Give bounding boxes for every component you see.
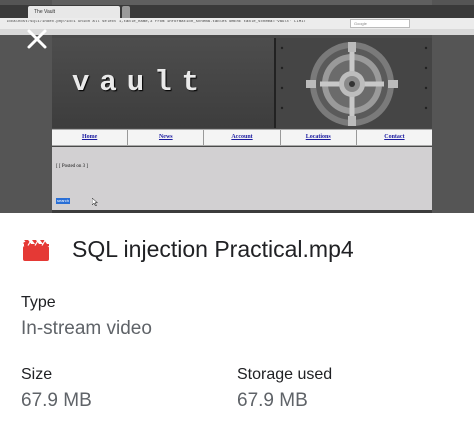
size-label: Size	[21, 366, 53, 383]
storage-used-label: Storage used	[237, 366, 333, 383]
nav-locations[interactable]: Locations	[281, 130, 357, 145]
close-icon[interactable]	[24, 26, 50, 52]
video-preview[interactable]: The Vault localhost/sqli/index.php?id=1 …	[0, 0, 474, 213]
browser-new-tab	[122, 6, 130, 18]
site-banner: vault	[52, 38, 432, 128]
site-title: vault	[72, 66, 210, 99]
storage-used-value: 67.9 MB	[237, 390, 308, 411]
video-file-icon	[23, 240, 49, 261]
browser-tab-strip: The Vault	[0, 5, 474, 18]
browser-search-box: Google	[350, 19, 410, 28]
url-text: localhost/sqli/index.php?id=1 union all …	[6, 20, 306, 24]
banner-right-panel	[276, 38, 432, 128]
banner-left-panel: vault	[52, 38, 274, 128]
type-value: In-stream video	[21, 318, 152, 339]
type-label: Type	[21, 294, 56, 311]
posted-text: [ [ Posted on 3 ]	[56, 164, 89, 169]
nav-contact[interactable]: Contact	[357, 130, 432, 145]
size-value: 67.9 MB	[21, 390, 92, 411]
mouse-cursor-icon	[92, 198, 98, 206]
vault-wheel-icon	[276, 38, 432, 128]
nav-news[interactable]: News	[128, 130, 205, 145]
nav-home[interactable]: Home	[52, 130, 129, 145]
search-chip[interactable]: search	[56, 198, 70, 204]
file-name: SQL injection Practical.mp4	[72, 236, 354, 262]
site-content: [ [ Posted on 3 ] search	[52, 147, 432, 210]
browser-tab: The Vault	[28, 6, 120, 18]
site-nav: Home News Account Locations Contact	[52, 129, 432, 146]
nav-account[interactable]: Account	[204, 130, 281, 145]
webpage-bottom-strip	[52, 210, 432, 213]
